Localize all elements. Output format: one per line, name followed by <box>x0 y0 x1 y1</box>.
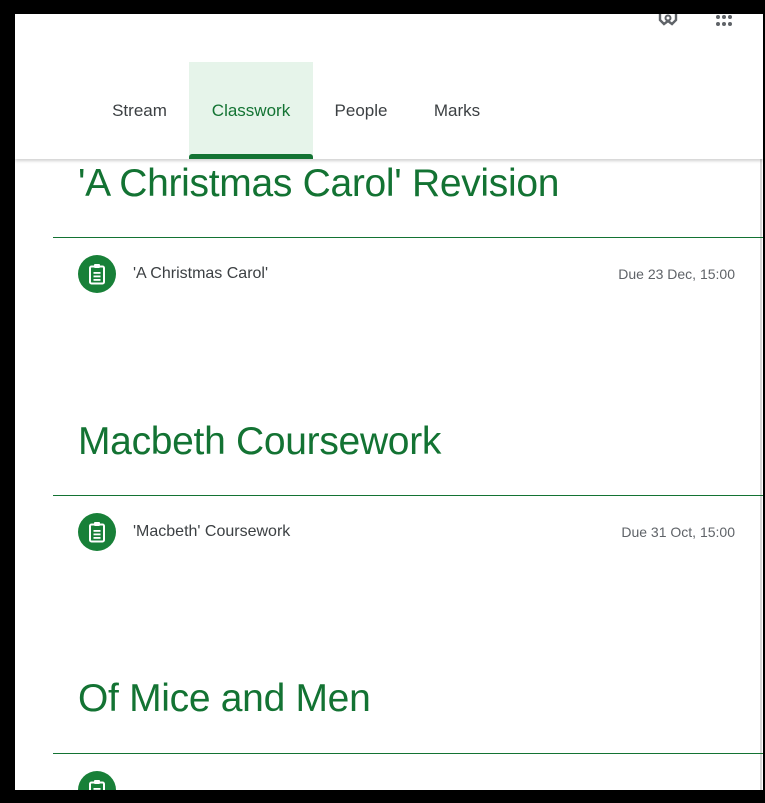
tab-people[interactable]: People <box>313 62 409 159</box>
assignment-item[interactable] <box>53 771 763 790</box>
apps-icon[interactable] <box>715 14 733 28</box>
class-tabs: Stream Classwork People Marks <box>90 62 505 159</box>
assignment-title: 'A Christmas Carol' <box>133 265 269 282</box>
assignment-item[interactable]: 'Macbeth' Coursework Due 31 Oct, 15:00 <box>53 513 763 571</box>
topic-divider <box>53 495 763 496</box>
assignment-icon <box>78 513 116 551</box>
assignment-due-date: Due 31 Oct, 15:00 <box>621 524 735 540</box>
topic-title: Of Mice and Men <box>78 677 371 720</box>
tab-marks[interactable]: Marks <box>409 62 505 159</box>
tab-stream[interactable]: Stream <box>90 62 189 159</box>
assignment-icon <box>78 255 116 293</box>
tab-classwork[interactable]: Classwork <box>189 62 313 159</box>
assignment-item[interactable]: 'A Christmas Carol' Due 23 Dec, 15:00 <box>53 255 763 313</box>
topic-title: 'A Christmas Carol' Revision <box>78 162 560 205</box>
topic-title: Macbeth Coursework <box>78 420 442 463</box>
assignment-icon <box>78 771 116 790</box>
header-actions <box>657 14 733 34</box>
assignment-title: 'Macbeth' Coursework <box>133 523 291 540</box>
topic-divider <box>53 237 763 238</box>
settings-icon[interactable] <box>657 14 679 32</box>
assignment-due-date: Due 23 Dec, 15:00 <box>618 266 735 282</box>
classroom-page: 'A Christmas Carol' Revision 'A Christma… <box>15 14 763 790</box>
topic-divider <box>53 753 763 754</box>
top-bar: Stream Classwork People Marks <box>15 14 763 159</box>
